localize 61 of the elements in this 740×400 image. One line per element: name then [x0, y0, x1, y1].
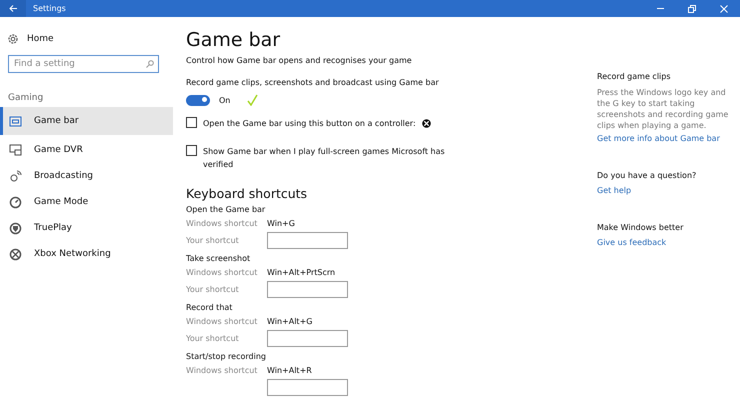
- back-button[interactable]: [0, 0, 26, 17]
- nav-item[interactable]: Broadcasting: [0, 163, 173, 189]
- monitor-icon: [9, 144, 22, 156]
- nav-item[interactable]: Game DVR: [0, 137, 173, 163]
- info-heading: Make Windows better: [597, 223, 684, 234]
- info-link[interactable]: Get help: [597, 186, 632, 195]
- info-heading: Do you have a question?: [597, 171, 698, 182]
- info-heading: Record game clips: [597, 72, 672, 83]
- shortcut-field[interactable]: [267, 330, 348, 347]
- nav-item[interactable]: Xbox Networking: [0, 241, 173, 267]
- shortcut-label: Windows shortcut: [186, 366, 258, 374]
- toggle-label: Record game clips, screenshots and broadcast using Game bar: [186, 78, 440, 89]
- shortcut-label: Your shortcut: [186, 285, 240, 294]
- section-heading: Gaming: [8, 93, 44, 105]
- info-link[interactable]: Get more info about Game bar: [597, 134, 720, 143]
- shortcut-label: Windows shortcut: [186, 268, 258, 276]
- nav-item[interactable]: Game bar: [0, 107, 173, 135]
- shortcut-field[interactable]: [267, 379, 348, 396]
- checkbox[interactable]: [186, 117, 197, 128]
- page-description: Control how Game bar opens and recognises your game: [186, 56, 413, 67]
- shortcut-label: Windows shortcut: [186, 218, 258, 228]
- xbox-button-icon: [422, 119, 431, 128]
- shortcut-name: Take screenshot: [186, 254, 252, 265]
- gear-icon: [8, 34, 18, 44]
- gauge-icon: [9, 196, 22, 208]
- shortcut-label: Your shortcut: [186, 236, 240, 245]
- xbox-icon: [9, 248, 22, 260]
- restore-icon: [688, 4, 696, 12]
- shortcut-label: Windows shortcut: [186, 316, 258, 326]
- toggle-switch[interactable]: [186, 94, 210, 106]
- window-title: Settings: [33, 4, 67, 13]
- search-icon: [146, 60, 154, 68]
- broadcast-icon: [9, 170, 22, 182]
- home-link[interactable]: Home: [0, 31, 60, 47]
- info-text: Press the Windows logo key and the G key to start taking screenshots and recording game clips when playing a game.: [597, 87, 729, 131]
- shortcut-value: Win+Alt+PrtScrn: [267, 268, 336, 276]
- shortcut-value: Win+Alt+G: [267, 316, 312, 326]
- shortcut-name: Start/stop recording: [186, 352, 267, 363]
- shortcut-name: Open the Game bar: [186, 205, 266, 216]
- shortcut-field[interactable]: [267, 281, 348, 298]
- minimize-icon: [656, 8, 664, 9]
- info-link[interactable]: Give us feedback: [597, 238, 666, 247]
- section-heading: Keyboard shortcuts: [186, 186, 308, 202]
- page-title: Game bar: [186, 28, 282, 52]
- shortcut-label: Your shortcut: [186, 334, 240, 343]
- close-icon: [720, 4, 728, 12]
- checkbox-label: Show Game bar when I play full-screen games Microsoft has verified: [203, 146, 446, 171]
- checkmark-icon: [247, 94, 258, 106]
- controller-icon: [9, 116, 22, 126]
- checkbox-label: Open the Game bar using this button on a controller:: [203, 118, 416, 130]
- toggle-state: On: [219, 96, 230, 104]
- shortcut-value: Win+Alt+R: [267, 366, 312, 374]
- shortcut-name: Record that: [186, 303, 234, 314]
- nav-item[interactable]: Game Mode: [0, 189, 173, 215]
- shield-icon: [9, 222, 22, 234]
- checkbox[interactable]: [186, 145, 197, 156]
- shortcut-field[interactable]: [267, 232, 348, 249]
- search-field[interactable]: Find a setting: [8, 55, 159, 73]
- shortcut-value: Win+G: [267, 218, 295, 228]
- back-arrow-icon: [8, 5, 18, 12]
- nav-item[interactable]: TruePlay: [0, 215, 173, 241]
